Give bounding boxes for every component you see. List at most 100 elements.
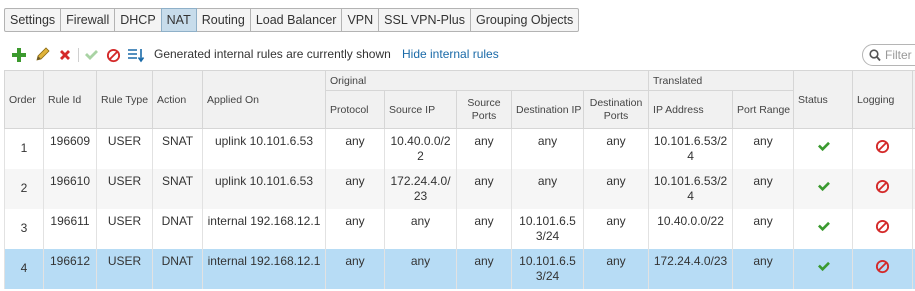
cell-source-ports: any: [456, 128, 512, 169]
status-enabled-icon[interactable]: [817, 261, 830, 276]
search-icon: [869, 49, 881, 65]
cell-action: DNAT: [152, 208, 203, 249]
hide-internal-rules-link[interactable]: Hide internal rules: [402, 47, 499, 61]
logging-disabled-icon[interactable]: [875, 259, 890, 278]
tab-firewall[interactable]: Firewall: [60, 8, 116, 32]
cell-logging[interactable]: [852, 128, 914, 169]
tab-grouping-objects[interactable]: Grouping Objects: [469, 8, 580, 32]
column-header-source-ports[interactable]: Source Ports: [456, 90, 512, 129]
column-header-ip-address[interactable]: IP Address: [648, 90, 734, 129]
filter-input[interactable]: [885, 47, 915, 63]
cell-action: DNAT: [152, 248, 203, 289]
cell-protocol: any: [325, 208, 385, 249]
column-header-destination-ports[interactable]: Destination Ports: [582, 90, 650, 129]
cell-status[interactable]: [793, 128, 854, 169]
column-header-source-ip[interactable]: Source IP: [384, 90, 457, 129]
cell-ip-address: 10.40.0.0/22: [648, 208, 734, 249]
cell-status[interactable]: [793, 208, 854, 249]
cell-source-ip: any: [384, 248, 457, 289]
logging-disabled-icon[interactable]: [875, 219, 890, 238]
cell-source-ports: any: [456, 248, 512, 289]
cell-rule-id: 196610: [43, 168, 97, 209]
tab-bar: Settings Firewall DHCP NAT Routing Load …: [4, 8, 580, 32]
cell-ip-address: 10.101.6.53/24: [648, 168, 734, 209]
edit-icon[interactable]: [33, 46, 51, 64]
column-header-port-range[interactable]: Port Range: [732, 90, 795, 129]
cell-applied-on: uplink 10.101.6.53: [202, 168, 326, 209]
cell-source-ports: any: [456, 168, 512, 209]
column-header-logging[interactable]: Logging: [852, 70, 914, 129]
cell-action: SNAT: [152, 168, 203, 209]
column-group-original: Original: [324, 70, 650, 91]
column-header-protocol[interactable]: Protocol: [325, 90, 385, 129]
cell-destination-ip: any: [511, 168, 584, 209]
cell-order: 4: [4, 248, 44, 289]
move-rule-icon[interactable]: [127, 46, 145, 64]
cell-applied-on: internal 192.168.12.1: [202, 208, 326, 249]
cell-logging[interactable]: [852, 248, 914, 289]
cell-destination-ports: any: [582, 208, 650, 249]
column-header-action[interactable]: Action: [152, 70, 203, 129]
cell-applied-on: internal 192.168.12.1: [202, 248, 326, 289]
tab-load-balancer[interactable]: Load Balancer: [249, 8, 343, 32]
cell-port-range: any: [732, 248, 795, 289]
table-row[interactable]: 3 196611 USER DNAT internal 192.168.12.1…: [4, 208, 915, 249]
logging-disabled-icon[interactable]: [875, 179, 890, 198]
table-row[interactable]: 2 196610 USER SNAT uplink 10.101.6.53 an…: [4, 168, 915, 209]
tab-dhcp[interactable]: DHCP: [114, 8, 162, 32]
cell-rule-type: USER: [96, 168, 153, 209]
cell-source-ip: 172.24.4.0/23: [384, 168, 457, 209]
status-enabled-icon[interactable]: [817, 221, 830, 236]
tab-routing[interactable]: Routing: [195, 8, 251, 32]
column-header-status[interactable]: Status: [793, 70, 854, 129]
logging-disabled-icon[interactable]: [875, 139, 890, 158]
cell-logging[interactable]: [852, 168, 914, 209]
column-header-destination-ip[interactable]: Destination IP: [511, 90, 584, 129]
cell-rule-type: USER: [96, 248, 153, 289]
table-row[interactable]: 1 196609 USER SNAT uplink 10.101.6.53 an…: [4, 128, 915, 169]
status-enabled-icon[interactable]: [817, 181, 830, 196]
tab-ssl-vpn-plus[interactable]: SSL VPN-Plus: [378, 8, 471, 32]
cell-protocol: any: [325, 168, 385, 209]
cell-action: SNAT: [152, 128, 203, 169]
cell-destination-ip: any: [511, 128, 584, 169]
cell-applied-on: uplink 10.101.6.53: [202, 128, 326, 169]
cell-source-ip: 10.40.0.0/22: [384, 128, 457, 169]
toolbar-divider: [78, 48, 79, 62]
cell-port-range: any: [732, 128, 795, 169]
cell-destination-ip: 10.101.6.53/24: [511, 208, 584, 249]
cell-order: 1: [4, 128, 44, 169]
cell-order: 3: [4, 208, 44, 249]
cell-destination-ip: 10.101.6.53/24: [511, 248, 584, 289]
toolbar: Generated internal rules are currently s…: [8, 44, 915, 66]
cell-status[interactable]: [793, 248, 854, 289]
table-row-selected[interactable]: 4 196612 USER DNAT internal 192.168.12.1…: [4, 248, 915, 289]
cell-ip-address: 10.101.6.53/24: [648, 128, 734, 169]
nat-rules-grid: Order Rule Id Rule Type Action Applied O…: [4, 70, 915, 291]
cell-rule-type: USER: [96, 208, 153, 249]
filter-box[interactable]: [862, 44, 915, 66]
column-header-applied-on[interactable]: Applied On: [202, 70, 326, 129]
column-header-rule-type[interactable]: Rule Type: [96, 70, 153, 129]
column-header-rule-id[interactable]: Rule Id: [43, 70, 97, 129]
column-header-order[interactable]: Order: [4, 70, 44, 129]
cell-port-range: any: [732, 168, 795, 209]
column-group-translated: Translated: [648, 70, 795, 91]
enable-icon[interactable]: [82, 46, 100, 64]
cell-port-range: any: [732, 208, 795, 249]
cell-source-ip: any: [384, 208, 457, 249]
delete-icon[interactable]: [56, 46, 74, 64]
cell-destination-ports: any: [582, 128, 650, 169]
cell-status[interactable]: [793, 168, 854, 209]
disable-icon[interactable]: [104, 46, 122, 64]
cell-destination-ports: any: [582, 168, 650, 209]
cell-protocol: any: [325, 128, 385, 169]
tab-vpn[interactable]: VPN: [341, 8, 380, 32]
tab-settings[interactable]: Settings: [4, 8, 62, 32]
status-enabled-icon[interactable]: [817, 141, 830, 156]
add-icon[interactable]: [10, 46, 28, 64]
tab-nat[interactable]: NAT: [160, 8, 197, 32]
cell-protocol: any: [325, 248, 385, 289]
cell-source-ports: any: [456, 208, 512, 249]
cell-logging[interactable]: [852, 208, 914, 249]
